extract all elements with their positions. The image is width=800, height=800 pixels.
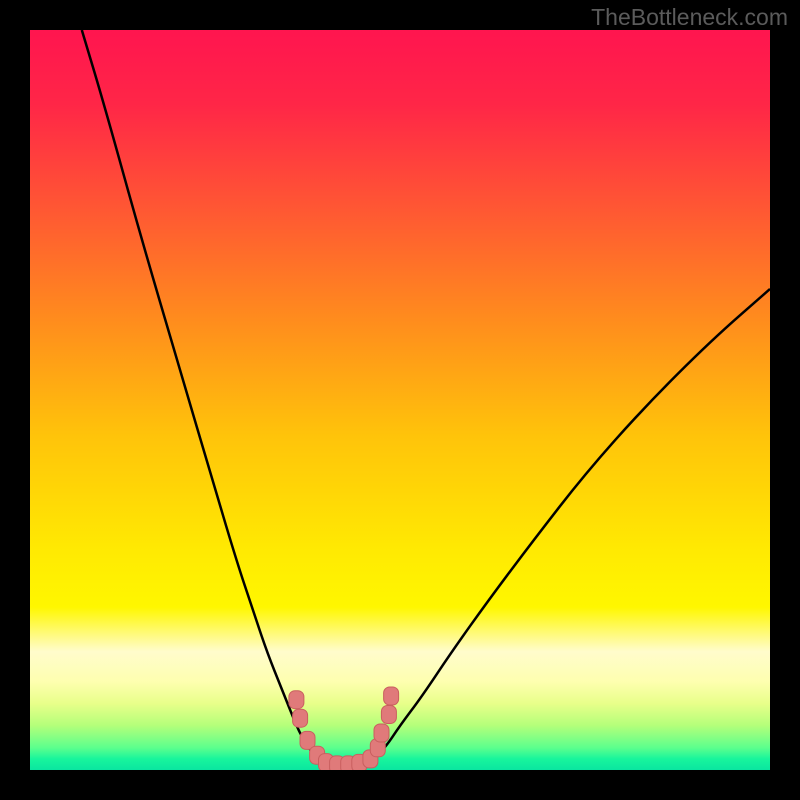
plot-area [30, 30, 770, 770]
watermark-text: TheBottleneck.com [591, 4, 788, 31]
bottleneck-curve [82, 30, 770, 766]
data-point-marker [289, 691, 304, 709]
data-point-marker [374, 724, 389, 742]
curve-group [82, 30, 770, 766]
chart-svg [30, 30, 770, 770]
data-point-marker [293, 709, 308, 727]
data-point-marker [384, 687, 399, 705]
chart-frame: TheBottleneck.com [0, 0, 800, 800]
data-point-marker [381, 706, 396, 724]
marker-group [289, 687, 399, 770]
